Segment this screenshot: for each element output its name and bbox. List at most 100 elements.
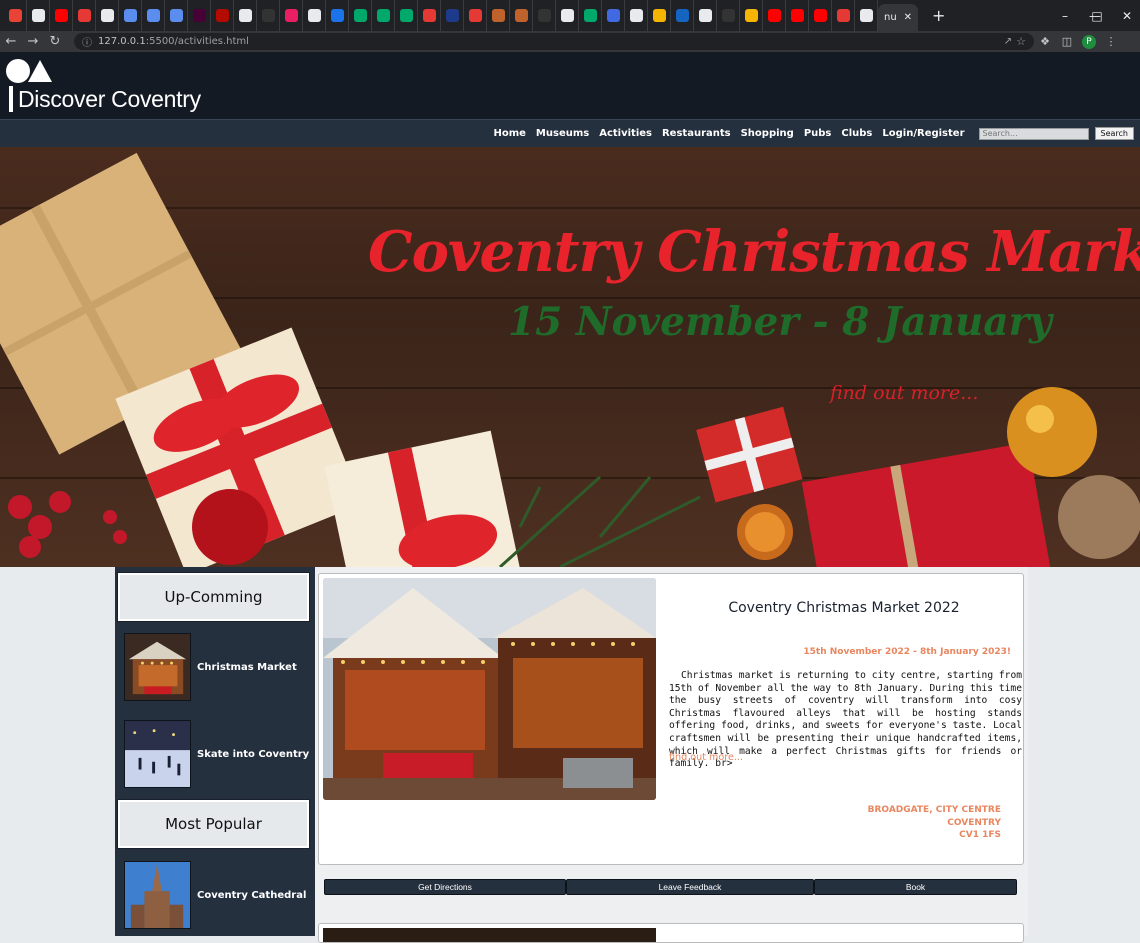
browser-tab[interactable] [763,0,786,31]
nav-restaurants[interactable]: Restaurants [662,128,731,139]
event-address: BROADGATE, CITY CENTRE COVENTRY CV1 1FS [769,804,1001,842]
info-icon[interactable]: ⓘ [82,34,92,49]
browser-tab[interactable] [303,0,326,31]
reload-icon[interactable]: ↻ [44,34,66,49]
gift-boxes-illustration [0,152,1140,567]
browser-tab[interactable] [372,0,395,31]
browser-tab[interactable] [73,0,96,31]
most-popular-heading: Most Popular [118,800,309,848]
browser-tab[interactable] [119,0,142,31]
sidebar-item-coventry-cathedral[interactable]: Coventry Cathedral [124,861,310,929]
browser-tab[interactable] [211,0,234,31]
upcoming-heading: Up-Comming [118,573,309,621]
side-panel-icon[interactable]: ◫ [1056,35,1078,48]
tab-favicon-icon [813,9,827,22]
browser-tab[interactable] [280,0,303,31]
search-button[interactable]: Search [1094,127,1134,140]
url-host: 127.0.0.1 [98,36,146,47]
browser-tab[interactable] [188,0,211,31]
close-tab-icon[interactable]: ✕ [904,12,912,23]
tab-favicon-icon [376,9,390,22]
cathedral-thumbnail-icon [124,861,191,929]
browser-tab[interactable] [579,0,602,31]
browser-tab[interactable] [533,0,556,31]
sidebar-item-skate-into-coventry[interactable]: Skate into Coventry [124,720,310,788]
tab-favicon-icon [491,9,505,22]
window-minimize-icon[interactable]: – [1050,0,1080,31]
browser-tab[interactable] [809,0,832,31]
book-button[interactable]: Book [814,879,1017,895]
share-icon[interactable]: ↗ [1004,36,1016,47]
browser-tab[interactable] [441,0,464,31]
browser-tab[interactable] [740,0,763,31]
tab-favicon-icon [537,9,551,22]
address-bar[interactable]: ⓘ 127.0.0.1:5500/activities.html ↗ ☆ [74,33,1034,50]
browser-tab[interactable] [257,0,280,31]
browser-tab[interactable] [487,0,510,31]
browser-tab[interactable] [96,0,119,31]
bookmark-star-icon[interactable]: ☆ [1016,35,1034,48]
hero-dates: 15 November - 8 January [508,299,1052,345]
browser-tab[interactable] [27,0,50,31]
tab-favicon-icon [31,9,45,22]
leave-feedback-button[interactable]: Leave Feedback [566,879,814,895]
nav-home[interactable]: Home [493,128,525,139]
browser-tab[interactable] [602,0,625,31]
tab-favicon-icon [8,9,22,22]
tab-favicon-icon [445,9,459,22]
search-input[interactable] [978,127,1089,140]
browser-tab[interactable] [717,0,740,31]
menu-kebab-icon[interactable]: ⋮ [1100,35,1122,48]
maximize-icon[interactable]: □ [1082,0,1112,31]
extensions-icon[interactable]: ❖ [1034,35,1056,48]
browser-tab[interactable] [671,0,694,31]
tab-favicon-icon [422,9,436,22]
browser-tab[interactable] [464,0,487,31]
browser-tab[interactable] [165,0,188,31]
browser-tab[interactable] [694,0,717,31]
tab-favicon-icon [583,9,597,22]
site-logo-text[interactable]: Discover Coventry [18,86,201,113]
nav-clubs[interactable]: Clubs [841,128,872,139]
get-directions-button[interactable]: Get Directions [324,879,566,895]
profile-avatar[interactable]: P [1082,34,1096,49]
tab-favicon-icon [261,9,275,22]
forward-icon[interactable]: → [22,34,44,49]
browser-tab[interactable] [510,0,533,31]
browser-tab[interactable] [142,0,165,31]
browser-tab[interactable] [349,0,372,31]
nav-museums[interactable]: Museums [536,128,589,139]
browser-tab[interactable] [4,0,27,31]
browser-tab[interactable] [786,0,809,31]
browser-tab[interactable] [648,0,671,31]
close-window-icon[interactable]: ✕ [1112,0,1140,31]
nav-pubs[interactable]: Pubs [804,128,832,139]
address-line: COVENTRY [947,817,1001,828]
browser-tab[interactable] [556,0,579,31]
nav-login-register[interactable]: Login/Register [882,128,964,139]
browser-tab[interactable] [50,0,73,31]
new-tab-icon[interactable]: + [932,6,945,25]
tab-favicon-icon [54,9,68,22]
tab-favicon-icon [353,9,367,22]
browser-tab[interactable] [234,0,257,31]
browser-tab[interactable] [855,0,878,31]
active-tab[interactable]: nu ✕ [878,4,918,31]
tab-favicon-icon [146,9,160,22]
browser-tab-strip: nu ✕ + [0,0,1140,31]
sidebar-item-christmas-market[interactable]: Christmas Market [124,633,310,701]
browser-tab[interactable] [625,0,648,31]
browser-tab[interactable] [326,0,349,31]
nav-shopping[interactable]: Shopping [741,128,794,139]
nav-activities[interactable]: Activities [599,128,652,139]
back-icon[interactable]: ← [0,34,22,49]
hero-find-out-more-link[interactable]: find out more... [830,382,978,404]
url-path: :5500/activities.html [145,36,249,47]
browser-tab[interactable] [418,0,441,31]
tab-favicon-icon [859,9,873,22]
event-dates: 15th November 2022 - 8th January 2023! [803,647,1011,657]
browser-tab[interactable] [832,0,855,31]
browser-tab[interactable] [395,0,418,31]
next-event-card [318,923,1024,943]
event-find-out-more-link[interactable]: find out more... [669,752,743,763]
